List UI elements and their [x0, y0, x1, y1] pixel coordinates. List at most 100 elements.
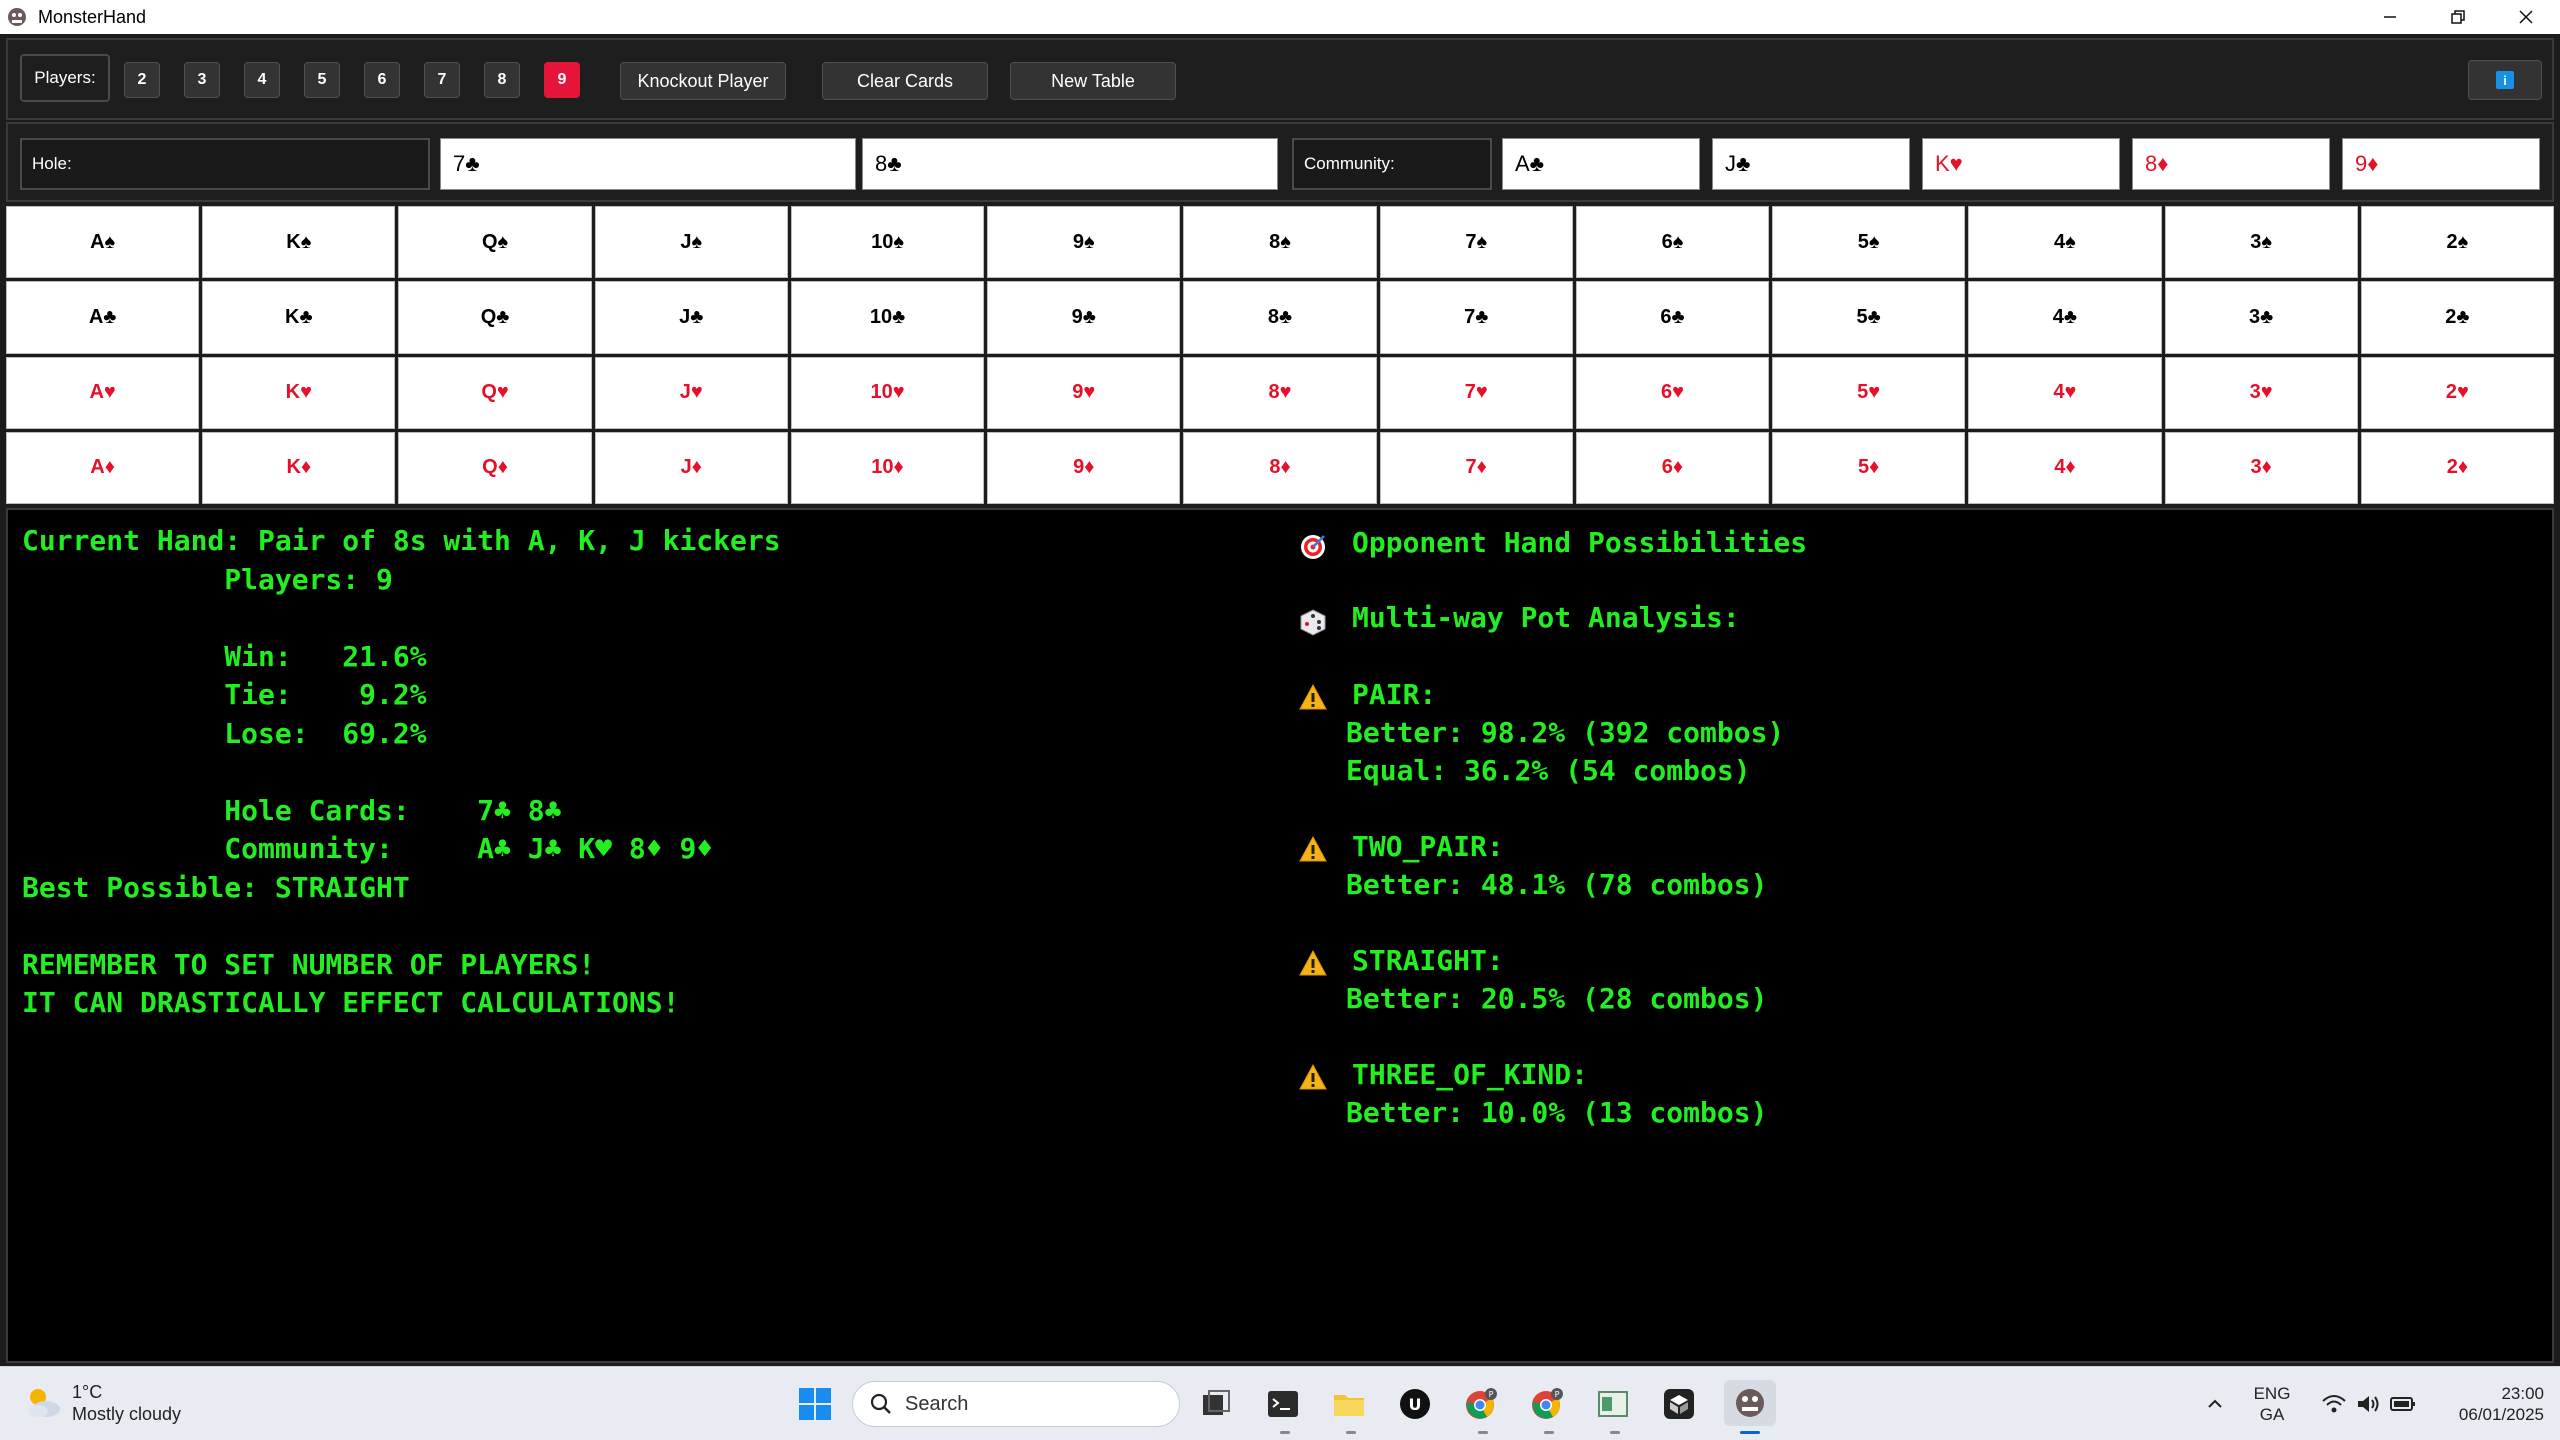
card-4-spades[interactable]: 4 ♠: [1968, 206, 2162, 279]
community-card-1[interactable]: A♣: [1502, 138, 1700, 190]
card-7-spades[interactable]: 7 ♠: [1379, 206, 1573, 279]
card-2-clubs[interactable]: 2 ♣: [2360, 281, 2554, 354]
card-9-diamonds[interactable]: 9 ♦: [987, 431, 1181, 504]
card-8-spades[interactable]: 8 ♠: [1183, 206, 1377, 279]
card-3-hearts[interactable]: 3 ♥: [2164, 356, 2358, 429]
card-10-hearts[interactable]: 10 ♥: [790, 356, 985, 429]
app-window-button[interactable]: [1592, 1383, 1634, 1425]
card-10-diamonds[interactable]: 10 ♦: [790, 431, 985, 504]
card-4-diamonds[interactable]: 4 ♦: [1968, 431, 2162, 504]
show-hidden-icons-button[interactable]: [2194, 1383, 2236, 1425]
card-7-clubs[interactable]: 7 ♣: [1379, 281, 1573, 354]
players-7-button[interactable]: 7: [424, 62, 460, 98]
card-2-hearts[interactable]: 2 ♥: [2360, 356, 2554, 429]
card-9-hearts[interactable]: 9 ♥: [987, 356, 1181, 429]
card-8-diamonds[interactable]: 8 ♦: [1183, 431, 1377, 504]
system-tray-quick-settings[interactable]: [2310, 1383, 2428, 1425]
card-6-diamonds[interactable]: 6 ♦: [1575, 431, 1770, 504]
info-button[interactable]: i: [2468, 60, 2542, 100]
chrome-profile-2-button[interactable]: P: [1526, 1383, 1568, 1425]
card-8-clubs[interactable]: 8 ♣: [1183, 281, 1377, 354]
card-suit: ♠: [1280, 230, 1291, 253]
weather-widget[interactable]: 1°C Mostly cloudy: [24, 1381, 181, 1425]
players-2-button[interactable]: 2: [124, 62, 160, 98]
card-suit: ♥: [690, 381, 703, 404]
file-explorer-button[interactable]: [1328, 1383, 1370, 1425]
card-3-diamonds[interactable]: 3 ♦: [2164, 431, 2358, 504]
card-k-clubs[interactable]: K ♣: [202, 281, 396, 354]
card-q-diamonds[interactable]: Q ♦: [398, 431, 592, 504]
card-9-spades[interactable]: 9 ♠: [987, 206, 1181, 279]
language-indicator[interactable]: ENG GA: [2250, 1383, 2294, 1425]
card-a-hearts[interactable]: A ♥: [6, 356, 200, 429]
card-rank: 8: [1268, 381, 1280, 404]
card-rank: 4: [2054, 230, 2066, 253]
card-a-spades[interactable]: A ♠: [6, 206, 200, 279]
card-4-hearts[interactable]: 4 ♥: [1968, 356, 2162, 429]
clock[interactable]: 23:00 06/01/2025: [2424, 1383, 2544, 1425]
community-card-4[interactable]: 8♦: [2132, 138, 2330, 190]
hand-type-stat: Better: 20.5% (28 combos): [1346, 982, 1768, 1015]
card-7-diamonds[interactable]: 7 ♦: [1379, 431, 1573, 504]
hand-type-heading: THREE_OF_KIND:: [1352, 1058, 1589, 1091]
card-k-diamonds[interactable]: K ♦: [202, 431, 396, 504]
card-6-clubs[interactable]: 6 ♣: [1575, 281, 1770, 354]
card-7-hearts[interactable]: 7 ♥: [1379, 356, 1573, 429]
card-4-clubs[interactable]: 4 ♣: [1968, 281, 2162, 354]
card-j-diamonds[interactable]: J ♦: [594, 431, 788, 504]
players-4-button[interactable]: 4: [244, 62, 280, 98]
community-card-5[interactable]: 9♦: [2342, 138, 2540, 190]
card-9-clubs[interactable]: 9 ♣: [987, 281, 1181, 354]
hole-card-1[interactable]: 7♣: [440, 138, 856, 190]
roblox-studio-button[interactable]: [1658, 1383, 1700, 1425]
start-button[interactable]: [794, 1383, 836, 1425]
card-j-clubs[interactable]: J ♣: [594, 281, 788, 354]
card-5-spades[interactable]: 5 ♠: [1772, 206, 1966, 279]
terminal-button[interactable]: [1262, 1383, 1304, 1425]
card-a-clubs[interactable]: A ♣: [6, 281, 200, 354]
card-2-diamonds[interactable]: 2 ♦: [2360, 431, 2554, 504]
players-8-button[interactable]: 8: [484, 62, 520, 98]
card-j-spades[interactable]: J ♠: [594, 206, 788, 279]
card-10-spades[interactable]: 10 ♠: [790, 206, 985, 279]
players-5-button[interactable]: 5: [304, 62, 340, 98]
restore-button[interactable]: [2424, 0, 2492, 34]
card-8-hearts[interactable]: 8 ♥: [1183, 356, 1377, 429]
community-card-3[interactable]: K♥: [1922, 138, 2120, 190]
card-10-clubs[interactable]: 10 ♣: [790, 281, 985, 354]
players-9-button[interactable]: 9: [544, 62, 580, 98]
card-3-clubs[interactable]: 3 ♣: [2164, 281, 2358, 354]
community-card-2[interactable]: J♣: [1712, 138, 1910, 190]
weather-desc: Mostly cloudy: [72, 1404, 182, 1424]
card-5-clubs[interactable]: 5 ♣: [1772, 281, 1966, 354]
card-q-clubs[interactable]: Q ♣: [398, 281, 592, 354]
minimize-button[interactable]: [2356, 0, 2424, 34]
card-5-hearts[interactable]: 5 ♥: [1772, 356, 1966, 429]
card-j-hearts[interactable]: J ♥: [594, 356, 788, 429]
card-k-spades[interactable]: K ♠: [202, 206, 396, 279]
card-a-diamonds[interactable]: A ♦: [6, 431, 200, 504]
card-5-diamonds[interactable]: 5 ♦: [1772, 431, 1966, 504]
new-table-button[interactable]: New Table: [1010, 62, 1176, 100]
card-6-hearts[interactable]: 6 ♥: [1575, 356, 1770, 429]
card-k-hearts[interactable]: K ♥: [202, 356, 396, 429]
task-view-button[interactable]: [1195, 1383, 1237, 1425]
unreal-engine-button[interactable]: U: [1394, 1383, 1436, 1425]
players-3-button[interactable]: 3: [184, 62, 220, 98]
knockout-player-button[interactable]: Knockout Player: [620, 62, 786, 100]
taskbar-search[interactable]: Search: [852, 1381, 1180, 1427]
card-q-spades[interactable]: Q ♠: [398, 206, 592, 279]
clear-cards-button[interactable]: Clear Cards: [822, 62, 988, 100]
hole-card-2[interactable]: 8♣: [862, 138, 1278, 190]
card-q-hearts[interactable]: Q ♥: [398, 356, 592, 429]
monsterhand-taskbar-button[interactable]: [1724, 1380, 1776, 1426]
card-6-spades[interactable]: 6 ♠: [1575, 206, 1770, 279]
card-2-spades[interactable]: 2 ♠: [2360, 206, 2554, 279]
card-rank: 3: [2250, 230, 2262, 253]
hand-type-heading: PAIR:: [1352, 678, 1437, 711]
players-6-button[interactable]: 6: [364, 62, 400, 98]
card-suit: ♥: [1083, 381, 1096, 404]
card-3-spades[interactable]: 3 ♠: [2164, 206, 2358, 279]
close-button[interactable]: [2492, 0, 2560, 34]
chrome-profile-1-button[interactable]: P: [1460, 1383, 1502, 1425]
